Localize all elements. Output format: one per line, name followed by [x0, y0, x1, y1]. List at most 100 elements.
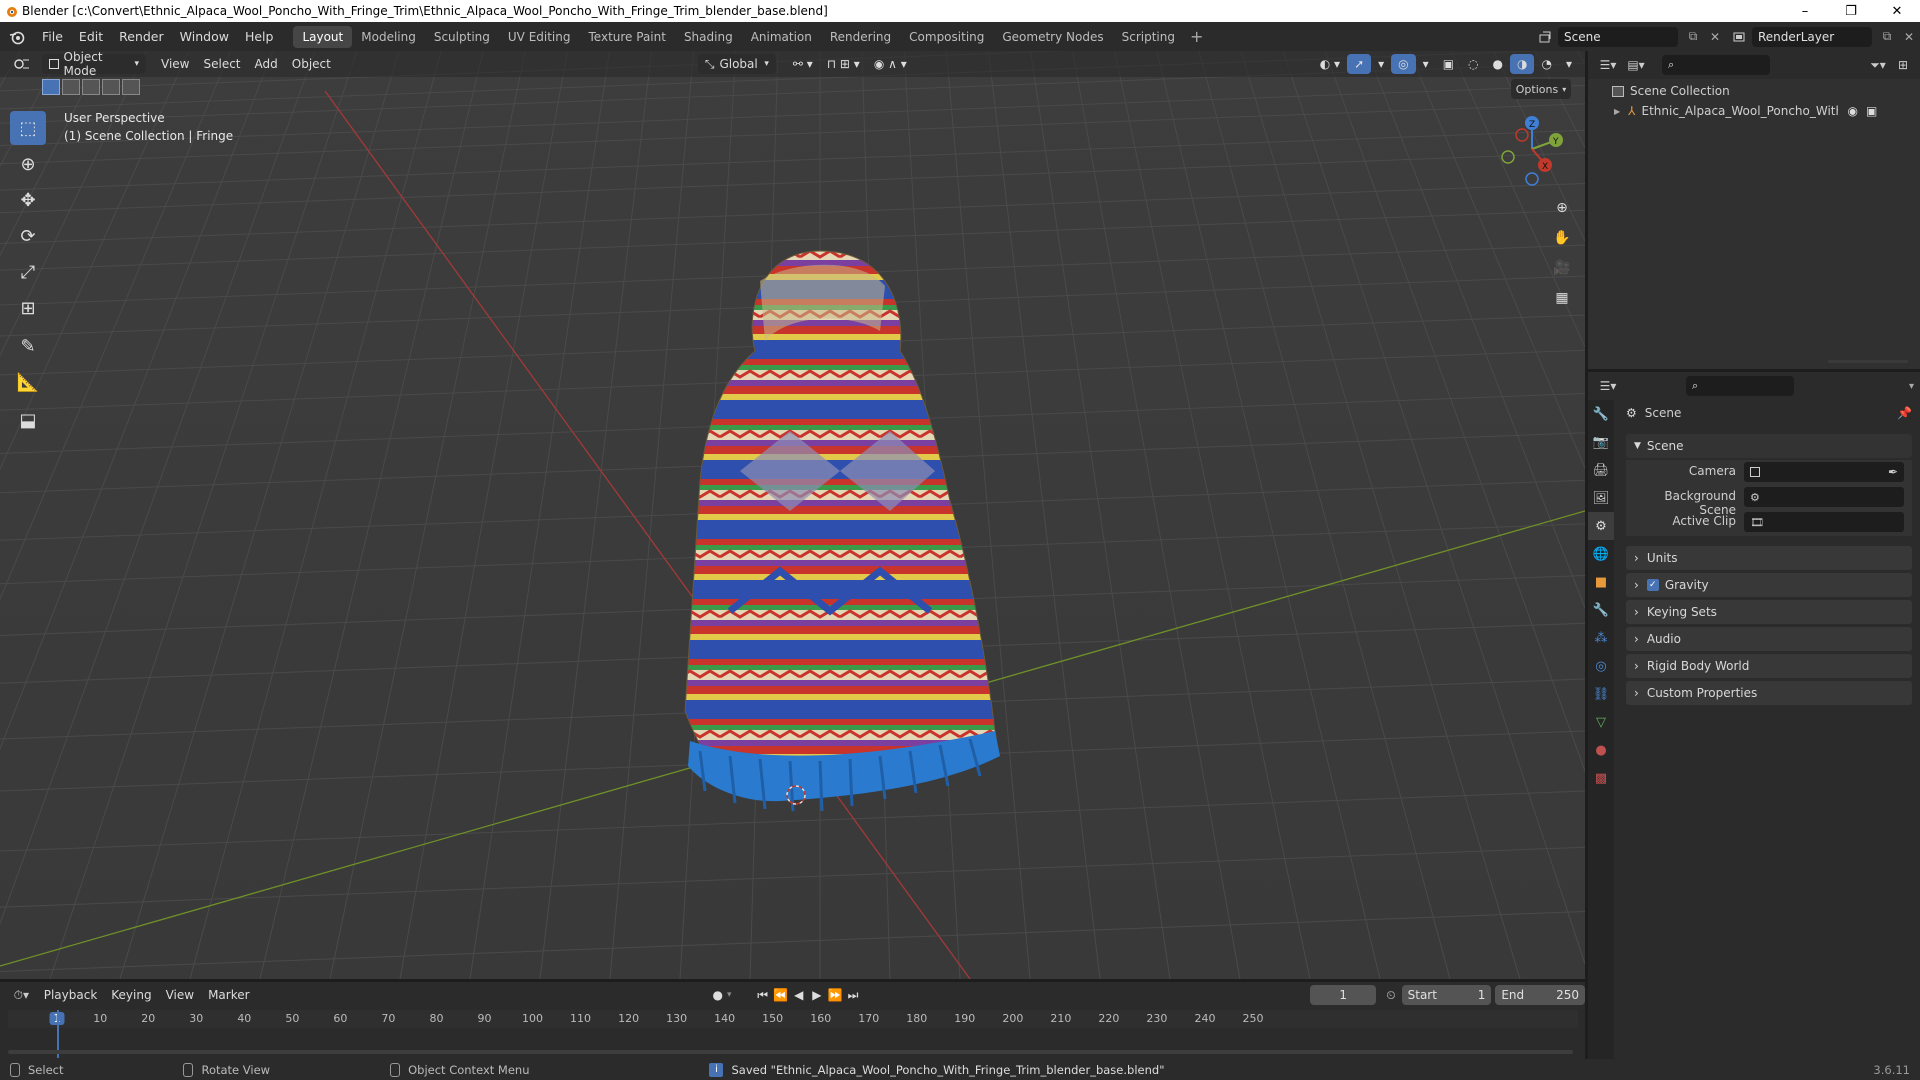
outliner-search-input[interactable]: ⌕ [1662, 55, 1770, 75]
select-invert-icon[interactable] [102, 79, 120, 95]
menu-render[interactable]: Render [111, 29, 172, 44]
outliner-scrollbar[interactable] [1828, 360, 1908, 363]
renderlayer-new-icon[interactable]: ⧉ [1876, 29, 1898, 44]
cursor-tool-icon[interactable]: ⊕ [10, 147, 46, 181]
viewport-menu-add[interactable]: Add [248, 54, 285, 74]
view-layer-tab-icon[interactable]: 🖼 [1588, 484, 1614, 512]
panel-units[interactable]: › Units [1626, 546, 1912, 570]
particles-tab-icon[interactable]: ⁂ [1588, 624, 1614, 652]
timeline-menu-keying[interactable]: Keying [104, 985, 158, 1005]
frame-ruler[interactable]: 1102030405060708090100110120130140150160… [8, 1010, 1578, 1028]
visibility-icon[interactable]: ◐ ▾ [1313, 54, 1347, 74]
editor-type-icon[interactable] [6, 54, 38, 74]
select-new-icon[interactable] [42, 79, 60, 95]
properties-options-icon[interactable]: ▾ [1909, 381, 1914, 392]
panel-gravity[interactable]: › ✓ Gravity [1626, 573, 1912, 597]
menu-file[interactable]: File [34, 29, 71, 44]
tab-modeling[interactable]: Modeling [352, 26, 425, 48]
transform-tool-icon[interactable]: ⊞ [10, 291, 46, 325]
current-frame-field[interactable]: 1 [1310, 985, 1377, 1005]
shading-solid-icon[interactable]: ● [1486, 54, 1510, 74]
renderlayer-browse-icon[interactable] [1726, 30, 1752, 44]
snap-icon[interactable]: ⊓ ⊞ ▾ [820, 54, 867, 74]
render-camera-icon[interactable]: ▣ [1866, 104, 1877, 118]
outliner-root-row[interactable]: Scene Collection [1588, 81, 1920, 101]
annotate-tool-icon[interactable]: ✎ [10, 329, 46, 363]
outliner-editor-type-icon[interactable]: ☰▾ [1594, 58, 1622, 72]
jump-start-icon[interactable]: ⏮ [754, 988, 772, 1003]
move-tool-icon[interactable]: ✥ [10, 183, 46, 217]
zoom-icon[interactable]: ⊕ [1550, 196, 1574, 220]
scene-new-icon[interactable]: ⧉ [1682, 29, 1704, 44]
jump-end-icon[interactable]: ⏭ [844, 988, 862, 1003]
outliner-item-row[interactable]: ▶ ⅄ Ethnic_Alpaca_Wool_Poncho_With_Fring… [1588, 101, 1920, 121]
tool-tab-icon[interactable]: 🔧 [1588, 400, 1614, 428]
blender-menu-icon[interactable] [0, 22, 34, 51]
play-reverse-icon[interactable]: ◀ [790, 988, 808, 1002]
rotate-tool-icon[interactable]: ⟳ [10, 219, 46, 253]
tab-rendering[interactable]: Rendering [821, 26, 900, 48]
new-collection-icon[interactable]: ⊞ [1892, 58, 1914, 72]
renderlayer-field[interactable]: RenderLayer [1752, 26, 1872, 47]
tab-shading[interactable]: Shading [675, 26, 742, 48]
preview-range-icon[interactable]: ⏲ [1386, 988, 1395, 1003]
record-icon[interactable]: ● [713, 988, 723, 1002]
scene-field[interactable]: Scene [1558, 26, 1678, 47]
tab-texture-paint[interactable]: Texture Paint [580, 26, 675, 48]
camera-view-icon[interactable]: 🎥 [1550, 256, 1574, 280]
overlays-toggle-icon[interactable]: ◎ [1391, 54, 1416, 74]
select-subtract-icon[interactable] [82, 79, 100, 95]
background-scene-field[interactable]: ⚙ [1744, 487, 1904, 507]
camera-field[interactable]: ✒ [1744, 462, 1904, 482]
scene-panel-header[interactable]: ▼ Scene [1626, 434, 1912, 458]
panel-audio[interactable]: › Audio [1626, 627, 1912, 651]
minimize-button[interactable]: – [1782, 0, 1828, 22]
filter-icon[interactable]: ⏷▾ [1864, 58, 1892, 73]
measure-tool-icon[interactable]: 📐 [10, 365, 46, 399]
visibility-eye-icon[interactable]: ◉ [1848, 104, 1858, 118]
menu-help[interactable]: Help [237, 29, 282, 44]
proportional-edit-icon[interactable]: ◉ ∧ ▾ [867, 54, 914, 74]
gizmo-dropdown-icon[interactable]: ▾ [1371, 54, 1391, 74]
panel-rigid-body-world[interactable]: › Rigid Body World [1626, 654, 1912, 678]
constraints-tab-icon[interactable]: ⛓ [1588, 680, 1614, 708]
viewport-menu-view[interactable]: View [154, 54, 196, 74]
add-cube-tool-icon[interactable]: ⬓ [10, 403, 46, 437]
end-frame-field[interactable]: End 250 [1495, 985, 1586, 1005]
tab-sculpting[interactable]: Sculpting [425, 26, 499, 48]
gravity-checkbox[interactable]: ✓ [1646, 579, 1659, 591]
modifier-tab-icon[interactable]: 🔧 [1588, 596, 1614, 624]
timeline-menu-view[interactable]: View [159, 985, 201, 1005]
scene-remove-icon[interactable]: ✕ [1704, 30, 1726, 44]
properties-search-input[interactable]: ⌕ [1686, 376, 1794, 396]
options-dropdown[interactable]: Options ▾ [1511, 79, 1571, 99]
select-extend-icon[interactable] [62, 79, 80, 95]
data-tab-icon[interactable]: ▽ [1588, 708, 1614, 736]
output-tab-icon[interactable]: 🖨 [1588, 456, 1614, 484]
renderlayer-remove-icon[interactable]: ✕ [1898, 30, 1920, 44]
close-button[interactable]: ✕ [1874, 0, 1920, 22]
timeline-scrollbar[interactable] [8, 1050, 1573, 1054]
overlays-dropdown-icon[interactable]: ▾ [1416, 54, 1436, 74]
render-tab-icon[interactable]: 📷 [1588, 428, 1614, 456]
shading-rendered-icon[interactable]: ◔ [1534, 54, 1558, 74]
world-tab-icon[interactable]: 🌐 [1588, 540, 1614, 568]
transform-orientation-dropdown[interactable]: ⤡ Global ▾ [697, 54, 776, 74]
tab-compositing[interactable]: Compositing [900, 26, 993, 48]
viewport-menu-object[interactable]: Object [285, 54, 338, 74]
viewport-menu-select[interactable]: Select [196, 54, 247, 74]
texture-tab-icon[interactable]: ▩ [1588, 764, 1614, 792]
active-clip-field[interactable]: 🎞 [1744, 512, 1904, 532]
scene-tab-icon[interactable]: ⚙ [1588, 512, 1614, 540]
tab-uv-editing[interactable]: UV Editing [499, 26, 580, 48]
navigation-gizmo[interactable]: Z Y X [1498, 113, 1568, 193]
material-tab-icon[interactable]: ● [1588, 736, 1614, 764]
expand-arrow-icon[interactable]: ▶ [1614, 107, 1620, 116]
timeline-menu-marker[interactable]: Marker [201, 985, 256, 1005]
panel-keying-sets[interactable]: › Keying Sets [1626, 600, 1912, 624]
add-workspace-button[interactable]: + [1184, 27, 1209, 46]
tab-geometry-nodes[interactable]: Geometry Nodes [993, 26, 1112, 48]
maximize-button[interactable]: ❐ [1828, 0, 1874, 22]
pan-hand-icon[interactable]: ✋ [1550, 226, 1574, 250]
eyedropper-icon[interactable]: ✒ [1888, 465, 1898, 479]
